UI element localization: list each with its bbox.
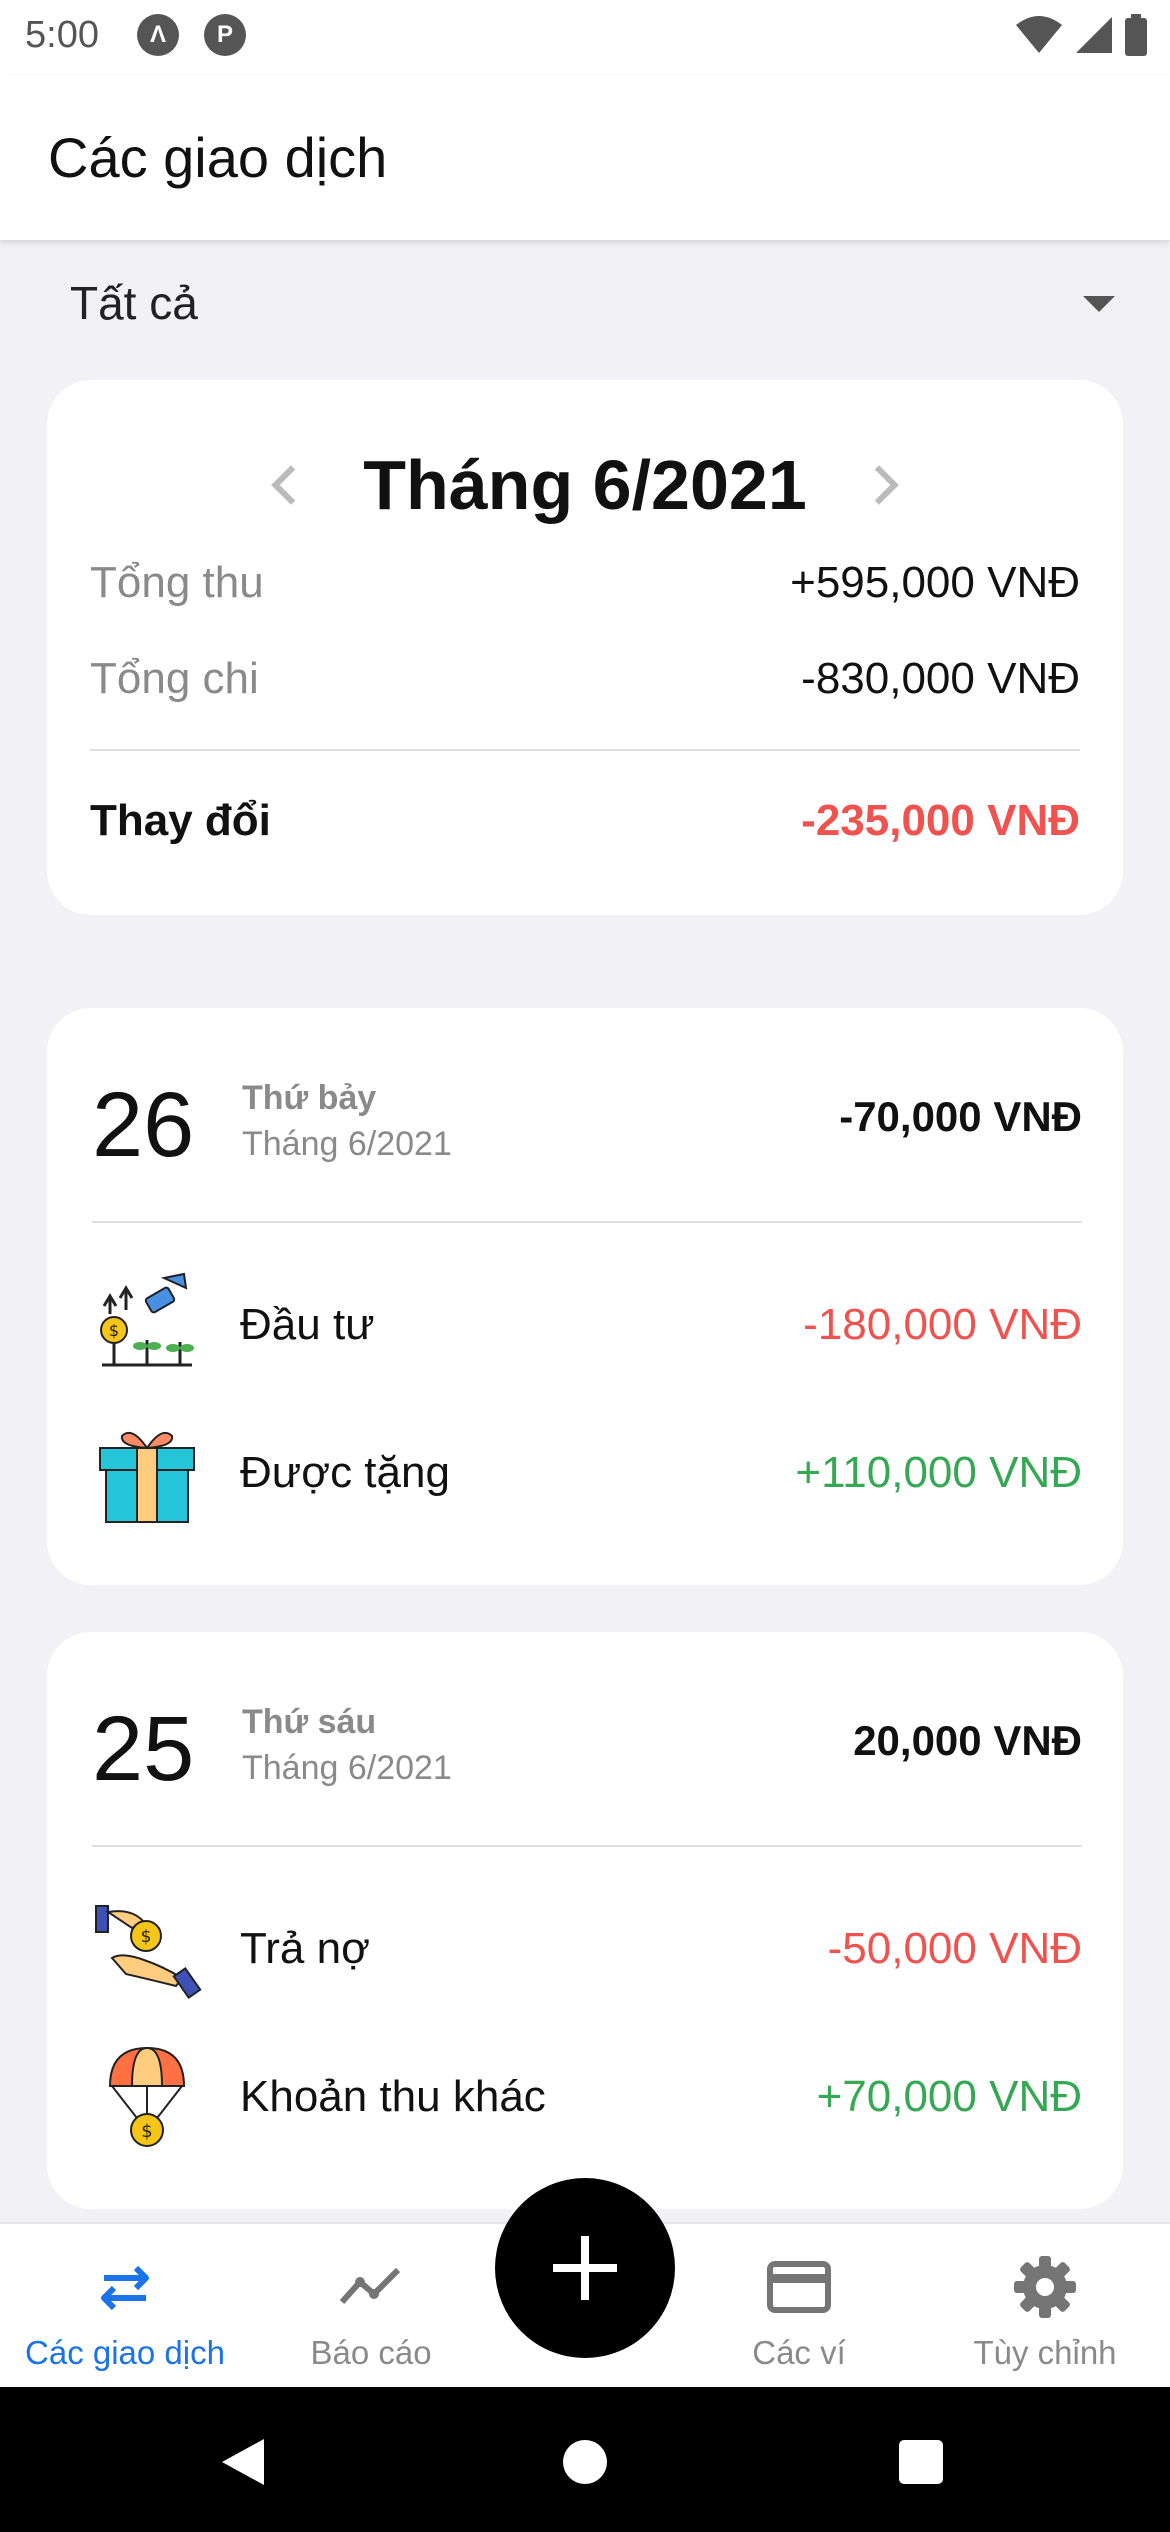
- p-circle-icon: P: [204, 14, 246, 56]
- filter-selected-label: Tất cả: [70, 277, 198, 329]
- chevron-left-icon: [271, 465, 312, 505]
- wallet-filter-dropdown[interactable]: Tất cả: [0, 240, 1170, 370]
- trend-line-icon: [339, 2267, 401, 2305]
- gear-icon: [1014, 2256, 1076, 2318]
- transaction-row[interactable]: $ Đầu tư -180,000 VNĐ: [92, 1270, 1082, 1380]
- transaction-row[interactable]: $ Khoản thu khác +70,000 VNĐ: [92, 2042, 1082, 2152]
- status-icons: [1014, 14, 1148, 56]
- dropdown-caret-icon: [1083, 296, 1115, 312]
- signal-icon: [1076, 17, 1112, 53]
- prev-month-button[interactable]: [267, 445, 315, 525]
- status-time: 5:00: [25, 14, 99, 56]
- chevron-right-icon: [858, 465, 899, 505]
- day-number: 26: [92, 1074, 195, 1176]
- day-total: 20,000 VNĐ: [853, 1717, 1082, 1764]
- income-label: Tổng thu: [90, 558, 264, 607]
- back-icon[interactable]: [220, 2437, 266, 2487]
- expense-label: Tổng chi: [90, 654, 259, 703]
- svg-text:$: $: [141, 2121, 152, 2142]
- swap-arrows-icon: [101, 2265, 149, 2311]
- transaction-amount: +110,000 VNĐ: [795, 1448, 1082, 1497]
- transaction-amount: -50,000 VNĐ: [827, 1924, 1082, 1973]
- day-header: 25 Thứ sáu Tháng 6/2021 20,000 VNĐ: [92, 1687, 1082, 1817]
- nav-label: Các ví: [752, 2334, 846, 2371]
- expense-row: Tổng chi -830,000 VNĐ: [90, 654, 1080, 704]
- nav-label: Báo cáo: [310, 2334, 432, 2371]
- home-icon[interactable]: [562, 2439, 608, 2485]
- app-bar: Các giao dịch: [0, 75, 1170, 240]
- day-number: 25: [92, 1698, 195, 1800]
- day-month: Tháng 6/2021: [242, 1125, 452, 1163]
- nav-reports[interactable]: Báo cáo: [246, 2224, 496, 2389]
- nav-settings[interactable]: Tùy chỉnh: [920, 2224, 1170, 2389]
- transaction-category: Đầu tư: [240, 1300, 375, 1349]
- expense-value: -830,000 VNĐ: [801, 654, 1080, 703]
- nav-label: Tùy chỉnh: [973, 2334, 1117, 2371]
- divider: [90, 749, 1080, 751]
- month-title: Tháng 6/2021: [363, 446, 807, 524]
- page-title: Các giao dịch: [48, 126, 388, 189]
- nav-label: Các giao dịch: [25, 2334, 225, 2371]
- svg-text:$: $: [141, 1927, 152, 1947]
- nav-wallets[interactable]: Các ví: [674, 2224, 924, 2389]
- day-header: 26 Thứ bảy Tháng 6/2021 -70,000 VNĐ: [92, 1063, 1082, 1193]
- gift-icon: [99, 1432, 195, 1523]
- divider: [92, 1221, 1082, 1223]
- wifi-icon: [1016, 16, 1062, 53]
- day-total: -70,000 VNĐ: [839, 1093, 1082, 1140]
- day-weekday: Thứ sáu: [242, 1703, 377, 1741]
- transaction-row[interactable]: $ Trả nợ -50,000 VNĐ: [92, 1894, 1082, 2004]
- investment-icon: $: [100, 1272, 194, 1367]
- add-transaction-button[interactable]: [495, 2178, 675, 2358]
- nav-transactions[interactable]: Các giao dịch: [0, 2224, 250, 2389]
- transaction-category: Trả nợ: [240, 1924, 370, 1973]
- day-month: Tháng 6/2021: [242, 1749, 452, 1787]
- a-circle-icon: Λ: [137, 14, 179, 56]
- debt-repayment-icon: $: [95, 1905, 202, 2000]
- transaction-amount: -180,000 VNĐ: [803, 1300, 1082, 1349]
- battery-icon: [1125, 14, 1147, 56]
- day-weekday: Thứ bảy: [242, 1079, 377, 1117]
- month-summary-card: Tháng 6/2021 Tổng thu +595,000 VNĐ Tổng …: [47, 380, 1123, 915]
- month-selector: Tháng 6/2021: [47, 440, 1123, 530]
- change-label: Thay đổi: [90, 796, 271, 845]
- transaction-row[interactable]: Được tặng +110,000 VNĐ: [92, 1418, 1082, 1528]
- parachute-coin-icon: $: [108, 2046, 186, 2147]
- recents-icon[interactable]: [898, 2439, 944, 2485]
- plus-icon: [553, 2236, 617, 2300]
- transaction-amount: +70,000 VNĐ: [816, 2072, 1082, 2121]
- income-value: +595,000 VNĐ: [790, 558, 1080, 607]
- day-card: 25 Thứ sáu Tháng 6/2021 20,000 VNĐ $ Trả…: [47, 1632, 1123, 2209]
- card-icon: [767, 2261, 831, 2313]
- next-month-button[interactable]: [855, 445, 903, 525]
- day-card: 26 Thứ bảy Tháng 6/2021 -70,000 VNĐ $ Đầ…: [47, 1008, 1123, 1585]
- income-row: Tổng thu +595,000 VNĐ: [90, 558, 1080, 608]
- status-bar: 5:00 Λ P: [0, 0, 1170, 75]
- transaction-category: Được tặng: [240, 1448, 450, 1497]
- system-navigation-bar: [0, 2387, 1170, 2532]
- svg-text:$: $: [109, 1321, 119, 1340]
- divider: [92, 1845, 1082, 1847]
- transaction-category: Khoản thu khác: [240, 2072, 546, 2121]
- change-row: Thay đổi -235,000 VNĐ: [90, 796, 1080, 846]
- change-value: -235,000 VNĐ: [801, 796, 1080, 845]
